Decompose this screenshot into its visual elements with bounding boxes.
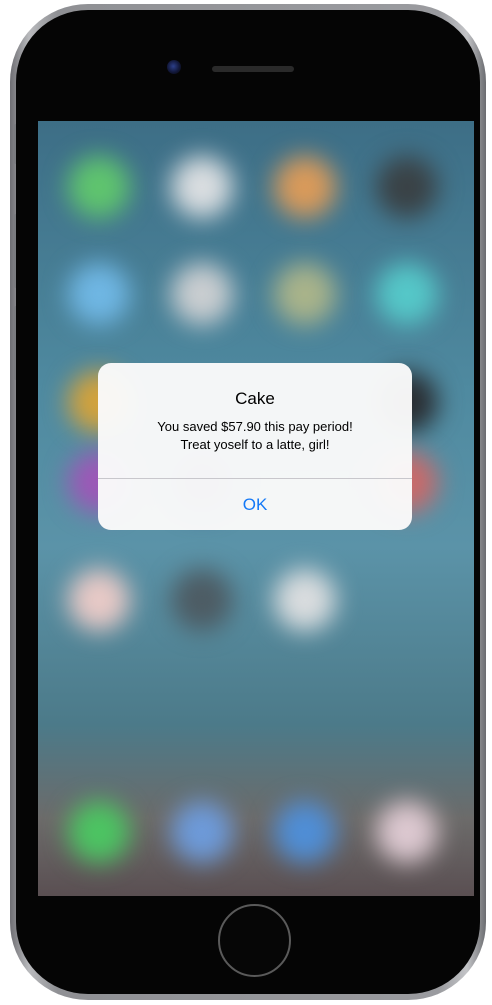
blurred-dock-icon [68,801,130,863]
speaker-grille-icon [212,66,294,72]
blurred-app-icon [68,156,130,218]
alert-message-line-1: You saved $57.90 this pay period! [157,419,353,434]
camera-icon [167,60,181,74]
alert-dialog: Cake You saved $57.90 this pay period! T… [98,363,412,530]
blurred-app-icon [171,263,233,325]
blurred-app-icon [376,156,438,218]
blurred-app-icon [274,263,336,325]
blurred-dock-icon [376,801,438,863]
blurred-app-icon [171,569,233,631]
ok-button[interactable]: OK [98,479,412,530]
alert-message-line-2: Treat yoself to a latte, girl! [180,437,330,452]
alert-title: Cake [235,389,275,408]
blurred-dock-icon [274,801,336,863]
blurred-app-icon [274,569,336,631]
blurred-app-icon [171,156,233,218]
blurred-app-icon [68,263,130,325]
alert-message: You saved $57.90 this pay period! Treat … [118,418,392,454]
blurred-app-icon [68,569,130,631]
blurred-app-icon [274,156,336,218]
blurred-app-icon [376,263,438,325]
home-button-icon[interactable] [218,904,291,977]
blurred-dock-icon [171,801,233,863]
